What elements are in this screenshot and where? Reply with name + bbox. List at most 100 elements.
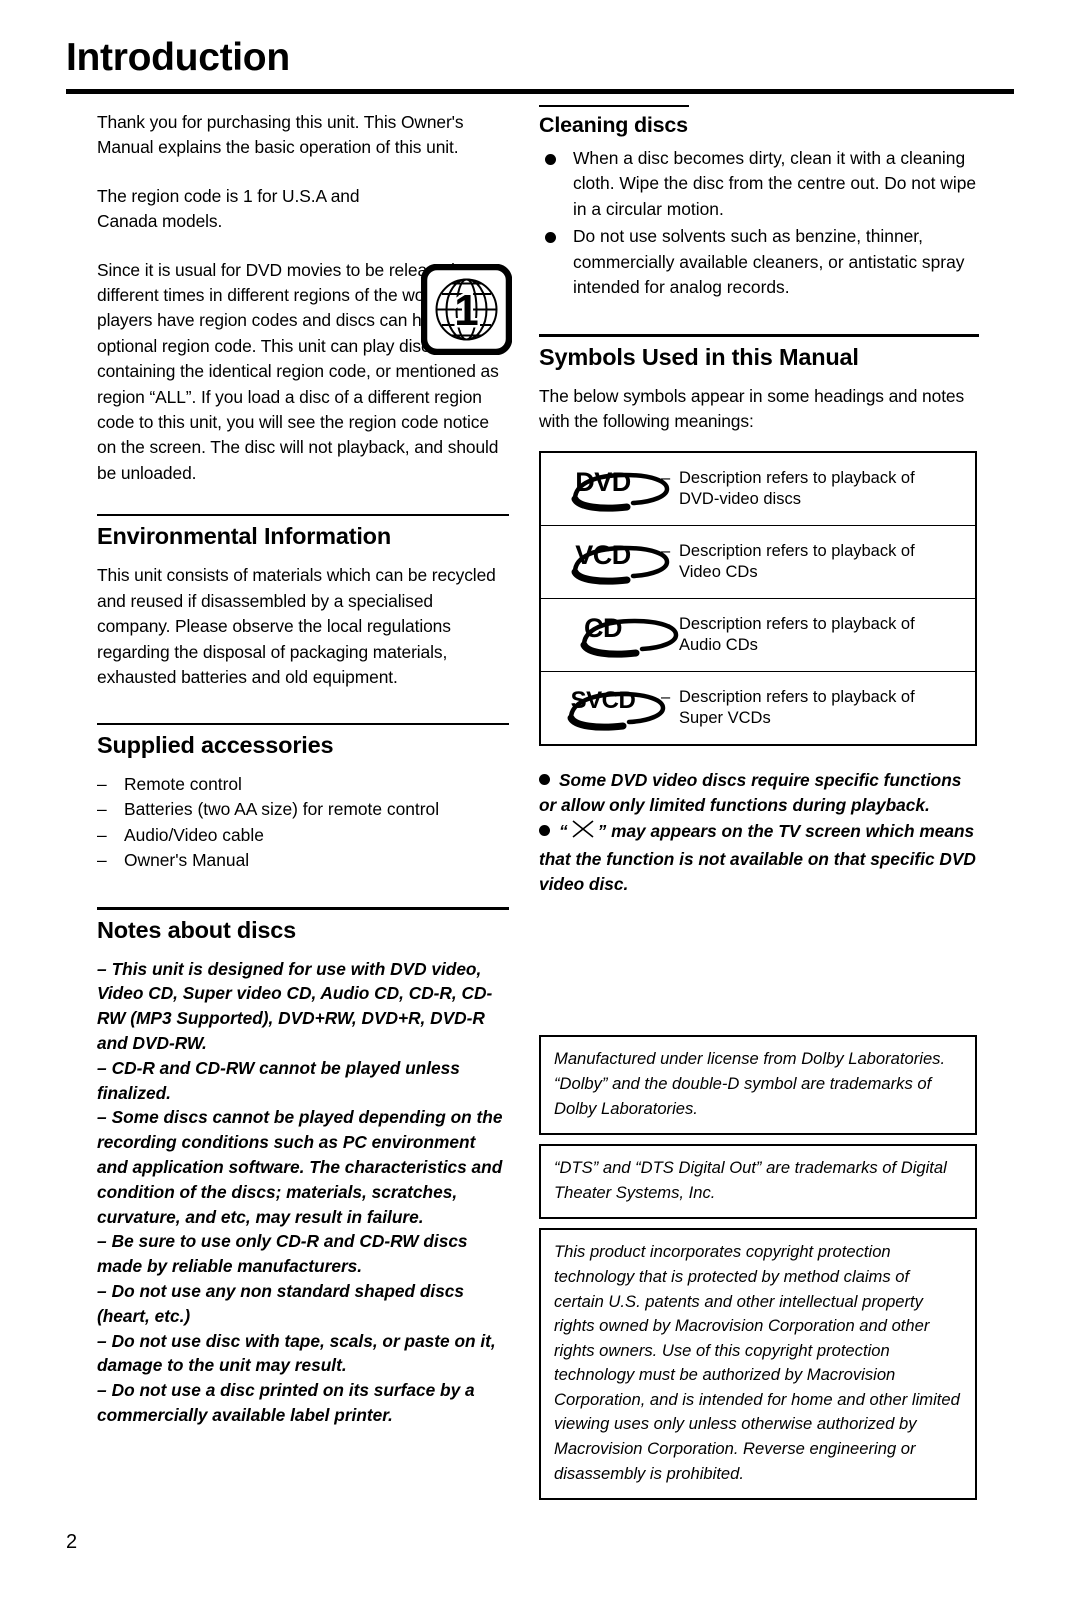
table-row: DVD – Description refers to playback of …: [541, 453, 975, 527]
list-item: – CD-R and CD-RW cannot be played unless …: [97, 1056, 509, 1106]
legal-text: Manufactured under license from Dolby La…: [554, 1049, 946, 1118]
dash-marker: –: [97, 824, 107, 845]
list-item-label: When a disc becomes dirty, clean it with…: [573, 147, 977, 219]
list-item: – Do not use a disc printed on its surfac…: [97, 1378, 509, 1428]
dash-marker: –: [97, 799, 107, 820]
svcd-logo-icon: SVCD: [567, 686, 665, 731]
symbol-desc-line1: Description refers to playback of: [679, 687, 915, 706]
supplied-heading: Supplied accessories: [97, 731, 334, 758]
symbol-desc-line1: Description refers to playback of: [679, 614, 915, 633]
page-number: 2: [66, 1531, 78, 1553]
table-row: VCD – Description refers to playback of …: [541, 526, 975, 600]
dash-marker: –: [97, 849, 107, 870]
dvd-logo-icon: DVD: [571, 467, 670, 512]
symbol-desc-line1: Description refers to playback of: [679, 468, 915, 487]
region-code-globe-icon: 1: [420, 263, 513, 356]
legal-box-dolby: Manufactured under license from Dolby La…: [539, 1035, 977, 1136]
region-code-block: 1 The region code is 1 for U.S.A and Can…: [97, 184, 513, 486]
cd-logo-icon: CD: [580, 613, 679, 658]
list-item: “” may appears on the TV screen which me…: [539, 818, 979, 896]
symbol-desc-line1: Description refers to playback of: [679, 541, 915, 560]
symbol-desc-line2: Super VCDs: [679, 709, 771, 728]
dash-marker: –: [97, 1330, 107, 1351]
symbols-table: DVD – Description refers to playback of …: [539, 451, 977, 747]
legal-text: “DTS” and “DTS Digital Out” are trademar…: [554, 1158, 947, 1202]
symbol-logo-cell: DVD: [541, 467, 670, 512]
list-item-label: Owner's Manual: [124, 849, 250, 870]
manual-page: Introduction Thank you for purchasing th…: [0, 0, 1080, 1618]
region-code-number: 1: [454, 286, 478, 335]
title-divider: [66, 89, 1014, 94]
bullet-dot-icon: [545, 153, 556, 165]
intro-paragraph: Thank you for purchasing this unit. This…: [97, 112, 464, 158]
symbol-description: – Description refers to playback of DVD-…: [661, 468, 915, 511]
notes-about-discs-divider: [97, 907, 509, 910]
symbol-description: – Description refers to playback of Supe…: [661, 687, 915, 730]
list-item: – Remote control: [97, 772, 509, 797]
legal-box-dts: “DTS” and “DTS Digital Out” are trademar…: [539, 1144, 977, 1220]
legal-text: This product incorporates copyright prot…: [554, 1242, 960, 1483]
legal-box-macrovision: This product incorporates copyright prot…: [539, 1228, 977, 1501]
environmental-heading: Environmental Information: [97, 523, 391, 550]
dash-marker: –: [97, 1280, 107, 1301]
list-item-label: Some DVD video discs require specific fu…: [539, 770, 962, 816]
left-column: Thank you for purchasing this unit. This…: [97, 110, 513, 1428]
notes-about-discs-heading: Notes about discs: [97, 916, 297, 943]
list-item: – Do not use any non standard shaped disc…: [97, 1279, 509, 1329]
dash-marker: –: [97, 773, 107, 794]
symbols-heading: Symbols Used in this Manual: [539, 343, 859, 370]
x-mark-icon: [570, 818, 596, 847]
list-item: – Batteries (two AA size) for remote cont…: [97, 797, 509, 822]
symbol-logo-label: DVD: [575, 467, 631, 498]
symbol-description: – Description refers to playback of Vide…: [661, 541, 915, 584]
list-item: – Be sure to use only CD-R and CD-RW disc…: [97, 1229, 509, 1279]
symbols-divider: [539, 334, 979, 337]
list-item-label: ” may appears on the TV screen which mea…: [539, 820, 976, 894]
list-item-label: Batteries (two AA size) for remote contr…: [124, 799, 440, 820]
symbol-desc-line2: Audio CDs: [679, 636, 758, 655]
dash-marker: –: [97, 1380, 107, 1401]
list-item-label: CD-R and CD-RW cannot be played unless f…: [97, 1057, 460, 1103]
region-code-note: The region code is 1 for U.S.A and Canad…: [97, 185, 360, 232]
list-item: – Do not use disc with tape, scals, or pa…: [97, 1329, 509, 1379]
note-quote-open: “: [559, 820, 568, 841]
environmental-body: This unit consists of materials which ca…: [97, 565, 496, 688]
symbols-intro: The below symbols appear in some heading…: [539, 385, 965, 431]
supplied-divider: [97, 722, 509, 725]
symbol-logo-cell: SVCD: [541, 686, 665, 731]
table-row: CD – Description refers to playback of A…: [541, 599, 975, 673]
symbols-notes: Some DVD video discs require specific fu…: [539, 768, 979, 896]
bullet-dot-icon: [539, 774, 550, 786]
symbol-desc-line2: Video CDs: [679, 563, 758, 582]
list-item-label: Do not use a disc printed on its surface…: [97, 1380, 475, 1425]
symbol-desc-line2: DVD-video discs: [679, 490, 801, 509]
list-item: – Owner's Manual: [97, 848, 509, 873]
symbol-logo-label: CD: [584, 613, 623, 644]
list-item: Some DVD video discs require specific fu…: [539, 768, 979, 818]
list-item-label: This unit is designed for use with DVD v…: [97, 958, 493, 1053]
list-item-label: Audio/Video cable: [124, 824, 264, 845]
list-item-label: Do not use solvents such as benzine, thi…: [573, 226, 965, 297]
table-row: SVCD – Description refers to playback of…: [541, 672, 975, 744]
environmental-divider: [97, 514, 509, 517]
list-item-label: Be sure to use only CD-R and CD-RW discs…: [97, 1231, 468, 1277]
symbol-logo-cell: CD: [541, 613, 679, 658]
dash-marker: –: [97, 1057, 107, 1078]
list-item: – Audio/Video cable: [97, 823, 509, 848]
symbol-description: – Description refers to playback of Audi…: [661, 614, 915, 657]
list-item: Do not use solvents such as benzine, thi…: [539, 224, 979, 300]
dash-marker: –: [97, 1231, 107, 1252]
list-item-label: Do not use disc with tape, scals, or pas…: [97, 1330, 496, 1376]
dash-marker: –: [97, 958, 107, 979]
list-item: – Some discs cannot be played depending o…: [97, 1105, 509, 1229]
symbol-logo-label: SVCD: [570, 687, 636, 715]
notes-about-discs-list: – This unit is designed for use with DVD …: [97, 957, 509, 1428]
vcd-logo-icon: VCD: [571, 540, 670, 585]
cleaning-discs-heading: Cleaning discs: [539, 113, 688, 138]
list-item: – This unit is designed for use with DVD …: [97, 957, 509, 1056]
bullet-dot-icon: [539, 824, 550, 836]
list-item: When a disc becomes dirty, clean it with…: [539, 146, 979, 222]
symbol-logo-label: VCD: [575, 540, 631, 571]
symbol-logo-cell: VCD: [541, 540, 670, 585]
bullet-dot-icon: [545, 232, 556, 244]
